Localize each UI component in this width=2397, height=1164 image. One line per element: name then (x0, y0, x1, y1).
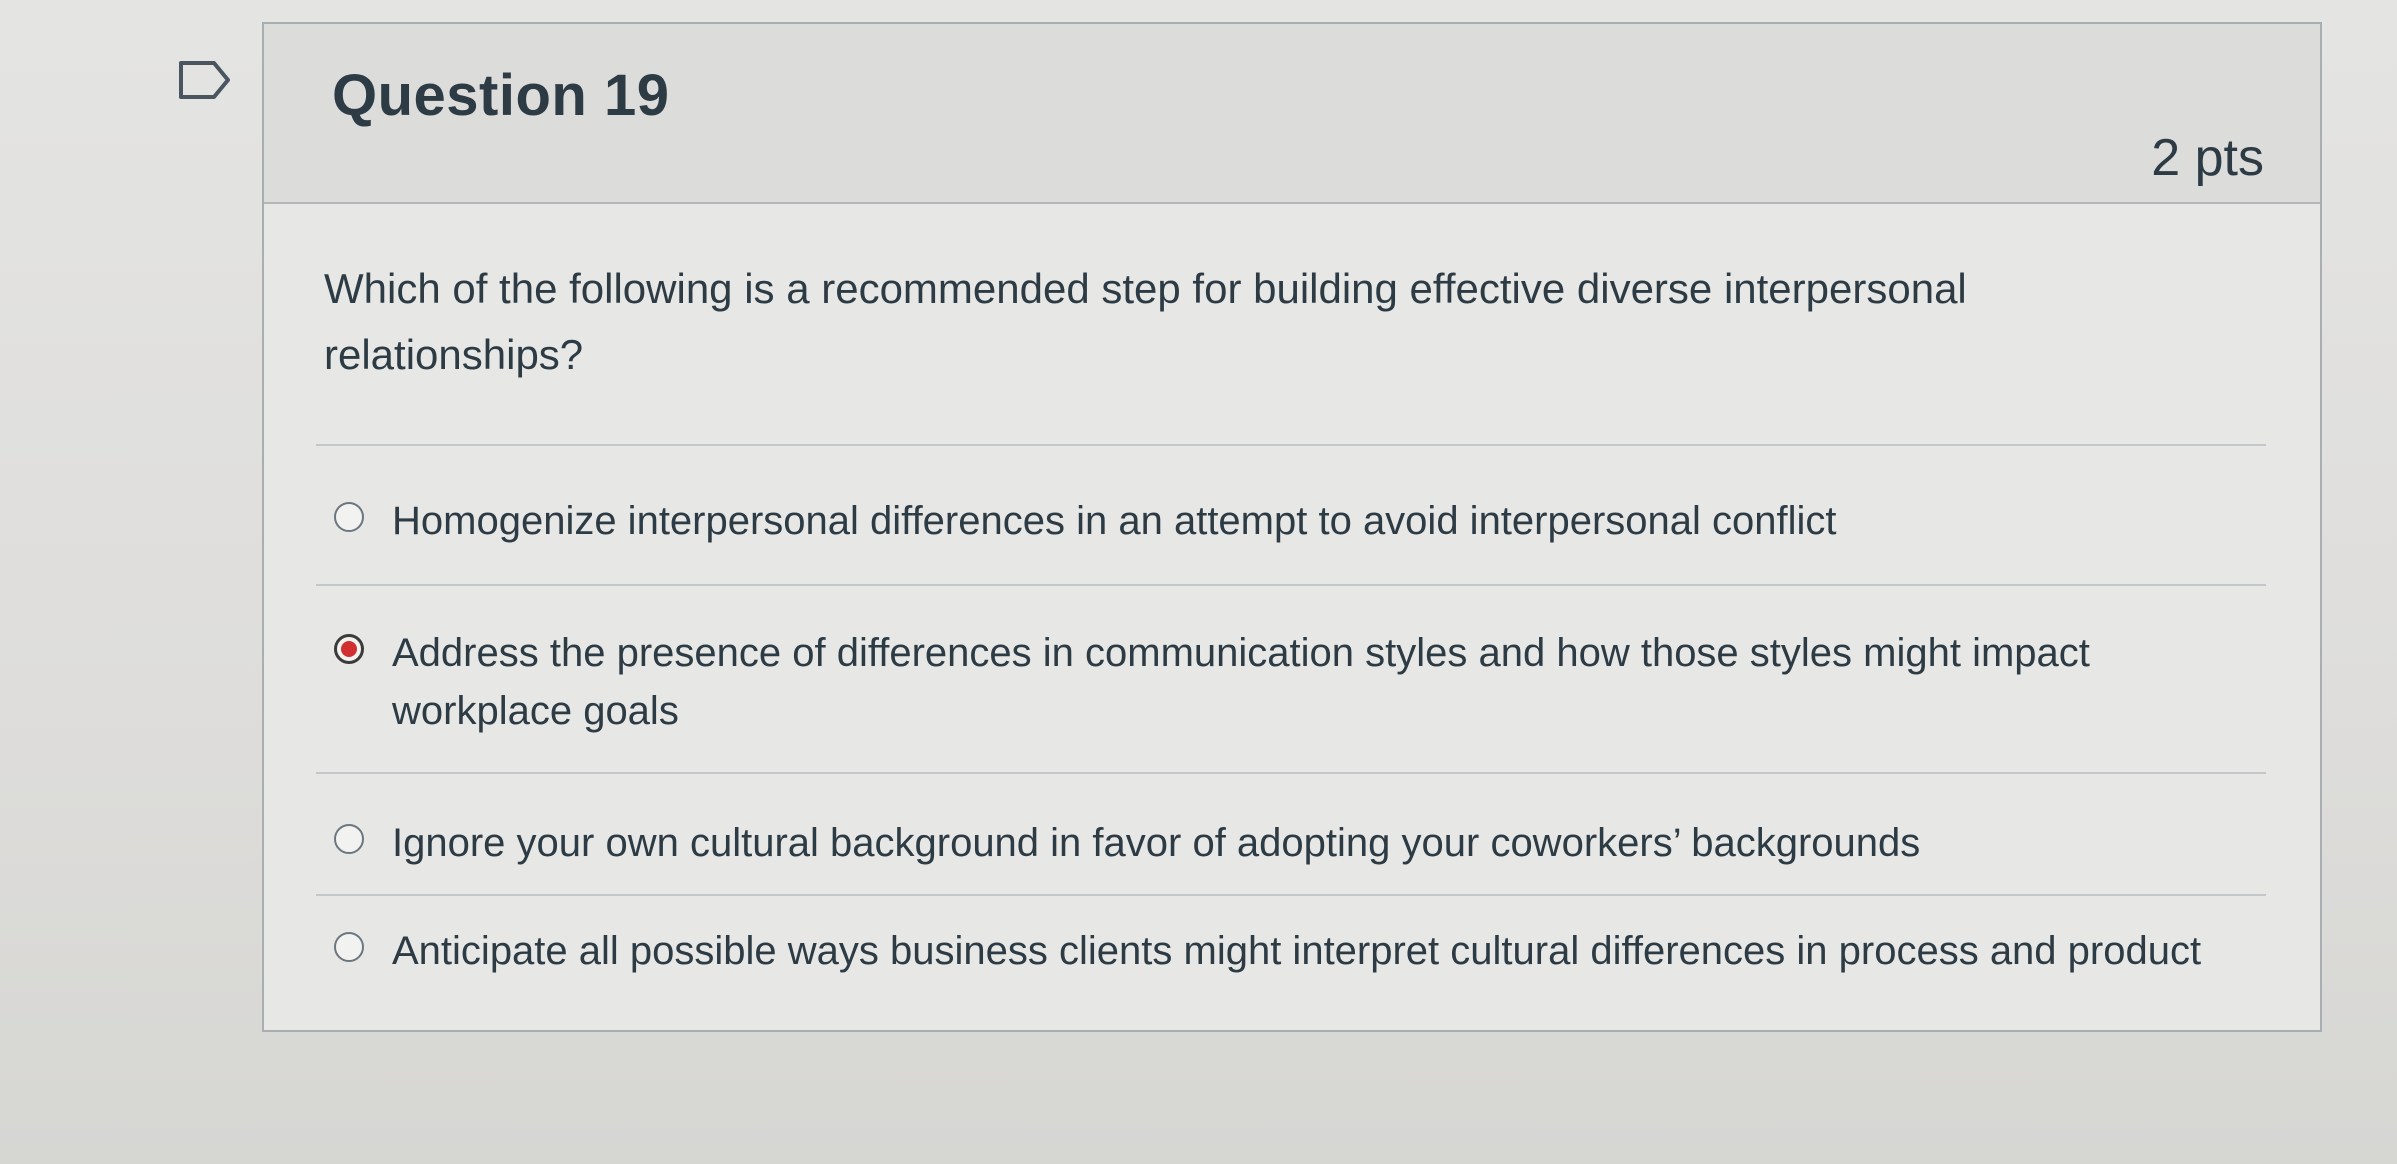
answer-label: Ignore your own cultural background in f… (392, 821, 1921, 865)
answer-label: Address the presence of differences in c… (392, 631, 2090, 733)
answer-option-3[interactable]: Ignore your own cultural background in f… (334, 814, 2234, 872)
answer-divider (316, 772, 2266, 774)
radio-button[interactable] (334, 502, 364, 532)
answer-label: Homogenize interpersonal differences in … (392, 499, 1837, 543)
question-header: Question 19 2 pts (264, 24, 2320, 204)
quiz-page: Question 19 2 pts Which of the following… (0, 0, 2397, 1164)
question-title: Question 19 (332, 63, 670, 128)
answer-option-4[interactable]: Anticipate all possible ways business cl… (334, 922, 2234, 980)
answer-divider (316, 444, 2266, 446)
radio-button[interactable] (334, 824, 364, 854)
radio-button-selected[interactable] (334, 634, 364, 664)
answer-option-1[interactable]: Homogenize interpersonal differences in … (334, 492, 2234, 550)
question-text: Which of the following is a recommended … (324, 265, 1967, 378)
question-points: 2 pts (2151, 129, 2264, 187)
question-card: Question 19 2 pts Which of the following… (262, 22, 2322, 1032)
answer-option-2[interactable]: Address the presence of differences in c… (334, 624, 2234, 740)
flag-question-icon[interactable] (178, 60, 232, 100)
answer-label: Anticipate all possible ways business cl… (392, 929, 2202, 973)
radio-button[interactable] (334, 932, 364, 962)
answer-divider (316, 894, 2266, 896)
answer-divider (316, 584, 2266, 586)
